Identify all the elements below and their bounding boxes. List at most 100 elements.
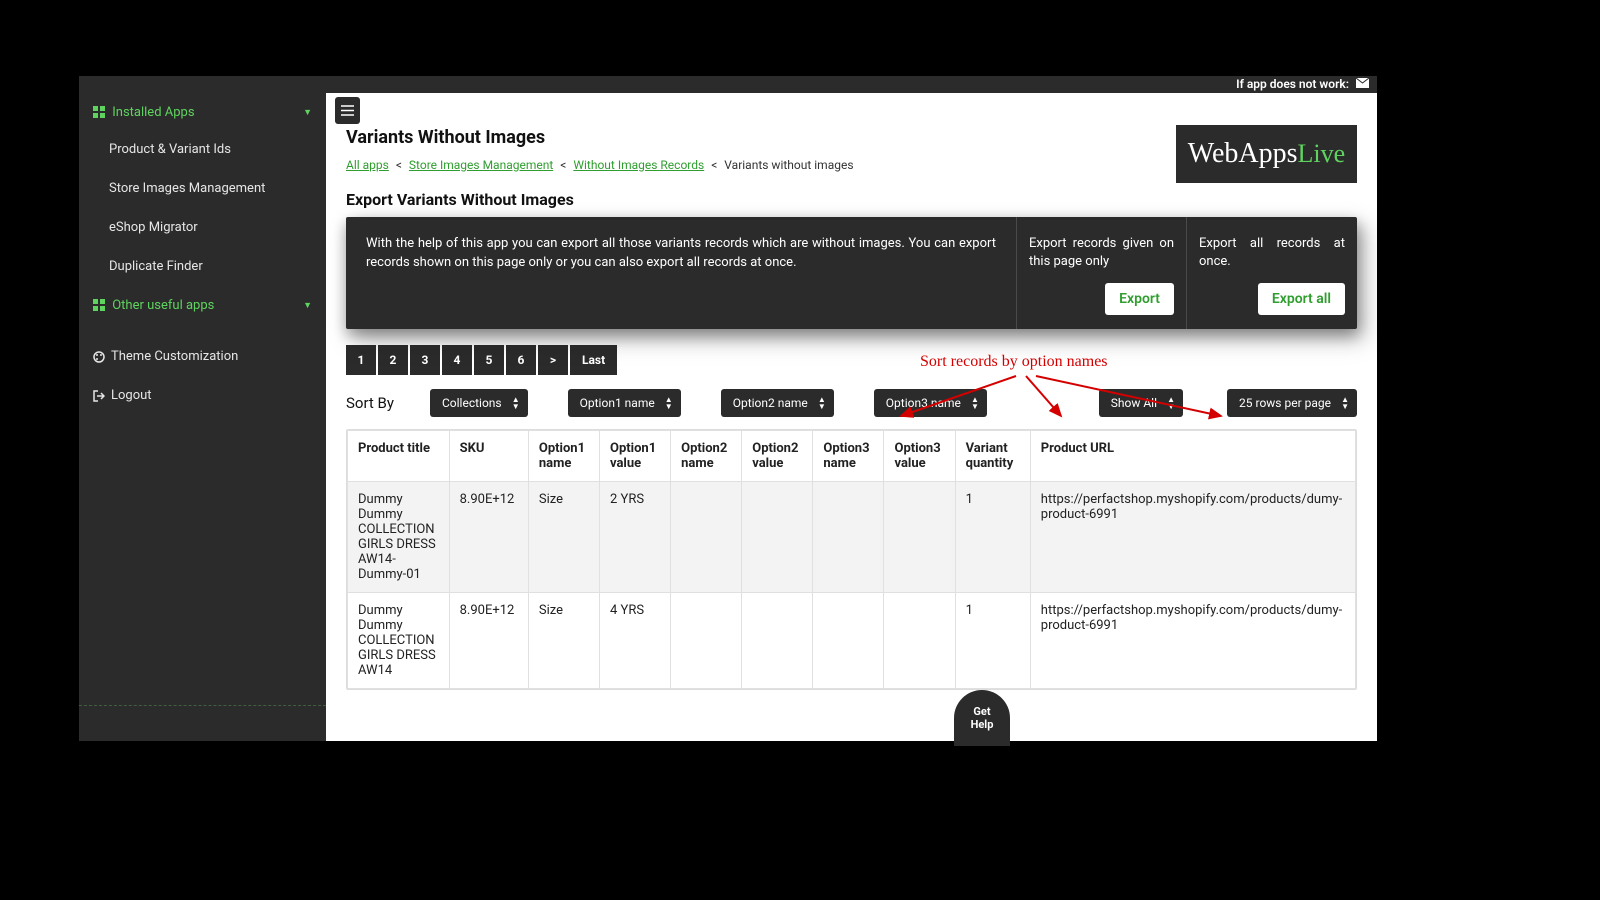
table-row: Dummy Dummy COLLECTION GIRLS DRESS AW14-… xyxy=(348,482,1356,593)
cell-o1v: 2 YRS xyxy=(599,482,670,593)
cell-o3v xyxy=(884,482,955,593)
table-row: Dummy Dummy COLLECTION GIRLS DRESS AW14 … xyxy=(348,593,1356,689)
select-show-all-value: Show All xyxy=(1111,396,1157,410)
breadcrumb-sep: < xyxy=(560,158,566,172)
variants-table: Product title SKU Option1 name Option1 v… xyxy=(346,429,1357,690)
cell-o1v: 4 YRS xyxy=(599,593,670,689)
col-option1-name: Option1 name xyxy=(528,431,599,482)
paint-icon xyxy=(93,351,105,363)
select-rows-value: 25 rows per page xyxy=(1239,396,1331,410)
export-all-button[interactable]: Export all xyxy=(1258,283,1345,315)
select-show-all[interactable]: Show All ▲▼ xyxy=(1099,389,1183,417)
chevron-down-icon: ▼ xyxy=(303,300,312,311)
logo-text-a: WebApps xyxy=(1188,138,1298,170)
select-rows-per-page[interactable]: 25 rows per page ▲▼ xyxy=(1227,389,1357,417)
cell-title: Dummy Dummy COLLECTION GIRLS DRESS AW14-… xyxy=(348,482,450,593)
sidebar-section-installed[interactable]: Installed Apps ▼ xyxy=(79,93,326,130)
col-option2-value: Option2 value xyxy=(742,431,813,482)
cell-o2v xyxy=(742,482,813,593)
cell-o2n xyxy=(671,482,742,593)
chevron-updown-icon: ▲▼ xyxy=(818,396,826,410)
breadcrumb-all-apps[interactable]: All apps xyxy=(346,158,389,172)
page-last[interactable]: Last xyxy=(570,345,617,375)
sidebar-item-product-variant-ids[interactable]: Product & Variant Ids xyxy=(79,130,326,169)
cell-o2v xyxy=(742,593,813,689)
cell-o2n xyxy=(671,593,742,689)
sidebar-item-theme-customization[interactable]: Theme Customization xyxy=(79,337,326,376)
col-sku: SKU xyxy=(449,431,528,482)
select-option2-name[interactable]: Option2 name ▲▼ xyxy=(721,389,834,417)
select-collections-value: Collections xyxy=(442,396,502,410)
select-option3-name[interactable]: Option3 name ▲▼ xyxy=(874,389,987,417)
get-help-label: Get Help xyxy=(971,705,994,731)
page-6[interactable]: 6 xyxy=(506,345,536,375)
cell-o1n: Size xyxy=(528,482,599,593)
sidebar-section-other[interactable]: Other useful apps ▼ xyxy=(79,286,326,323)
export-section-title: Export Variants Without Images xyxy=(346,190,1357,209)
page-4[interactable]: 4 xyxy=(442,345,472,375)
sidebar-theme-label: Theme Customization xyxy=(111,349,238,364)
chevron-updown-icon: ▲▼ xyxy=(1341,396,1349,410)
topbar-text: If app does not work: xyxy=(1236,77,1349,91)
table-header-row: Product title SKU Option1 name Option1 v… xyxy=(348,431,1356,482)
chevron-updown-icon: ▲▼ xyxy=(971,396,979,410)
hamburger-icon xyxy=(341,105,354,116)
export-panel: With the help of this app you can export… xyxy=(346,217,1357,329)
breadcrumb-store-images[interactable]: Store Images Management xyxy=(409,158,553,172)
cell-o3v xyxy=(884,593,955,689)
sidebar-other-label: Other useful apps xyxy=(112,298,214,313)
page-5[interactable]: 5 xyxy=(474,345,504,375)
mail-icon[interactable] xyxy=(1356,76,1369,93)
col-option1-value: Option1 value xyxy=(599,431,670,482)
breadcrumb-without-images[interactable]: Without Images Records xyxy=(573,158,704,172)
export-desc: With the help of this app you can export… xyxy=(346,217,1017,329)
breadcrumb-sep: < xyxy=(396,158,402,172)
page-next[interactable]: > xyxy=(538,345,568,375)
export-all-label: Export all records at once. xyxy=(1199,235,1345,271)
logo: WebAppsLive xyxy=(1176,125,1357,183)
sidebar-item-store-images-management[interactable]: Store Images Management xyxy=(79,169,326,208)
export-button[interactable]: Export xyxy=(1105,283,1174,315)
sidebar-logout-label: Logout xyxy=(111,388,152,403)
sort-by-label: Sort By xyxy=(346,394,394,412)
get-help-button[interactable]: Get Help xyxy=(954,690,1010,746)
pagination: 1 2 3 4 5 6 > Last xyxy=(346,345,1357,375)
cell-sku: 8.90E+12 xyxy=(449,593,528,689)
select-collections[interactable]: Collections ▲▼ xyxy=(430,389,528,417)
select-option3-value: Option3 name xyxy=(886,396,961,410)
col-variant-qty: Variant quantity xyxy=(955,431,1030,482)
main-content: WebAppsLive Variants Without Images All … xyxy=(326,93,1377,741)
page-2[interactable]: 2 xyxy=(378,345,408,375)
cell-qty: 1 xyxy=(955,593,1030,689)
grid-icon xyxy=(93,299,105,311)
select-option1-name[interactable]: Option1 name ▲▼ xyxy=(568,389,681,417)
logout-icon xyxy=(93,390,105,402)
chevron-updown-icon: ▲▼ xyxy=(512,396,520,410)
sidebar-item-eshop-migrator[interactable]: eShop Migrator xyxy=(79,208,326,247)
chevron-updown-icon: ▲▼ xyxy=(1167,396,1175,410)
select-option2-value: Option2 name xyxy=(733,396,808,410)
chevron-updown-icon: ▲▼ xyxy=(665,396,673,410)
breadcrumb-sep: < xyxy=(711,158,717,172)
cell-o3n xyxy=(813,593,884,689)
cell-o3n xyxy=(813,482,884,593)
breadcrumb-current: Variants without images xyxy=(724,158,853,172)
page-1[interactable]: 1 xyxy=(346,345,376,375)
page-3[interactable]: 3 xyxy=(410,345,440,375)
grid-icon xyxy=(93,106,105,118)
cell-qty: 1 xyxy=(955,482,1030,593)
cell-sku: 8.90E+12 xyxy=(449,482,528,593)
sidebar-divider xyxy=(79,705,326,706)
sidebar-installed-label: Installed Apps xyxy=(112,105,194,120)
col-option3-value: Option3 value xyxy=(884,431,955,482)
hamburger-button[interactable] xyxy=(335,97,360,124)
cell-url: https://perfactshop.myshopify.com/produc… xyxy=(1030,482,1355,593)
select-option1-value: Option1 name xyxy=(580,396,655,410)
cell-o1n: Size xyxy=(528,593,599,689)
sidebar-item-logout[interactable]: Logout xyxy=(79,376,326,415)
export-page-label: Export records given on this page only xyxy=(1029,235,1174,271)
cell-url: https://perfactshop.myshopify.com/produc… xyxy=(1030,593,1355,689)
sidebar-item-duplicate-finder[interactable]: Duplicate Finder xyxy=(79,247,326,286)
sidebar: Installed Apps ▼ Product & Variant Ids S… xyxy=(79,93,326,741)
col-product-title: Product title xyxy=(348,431,450,482)
